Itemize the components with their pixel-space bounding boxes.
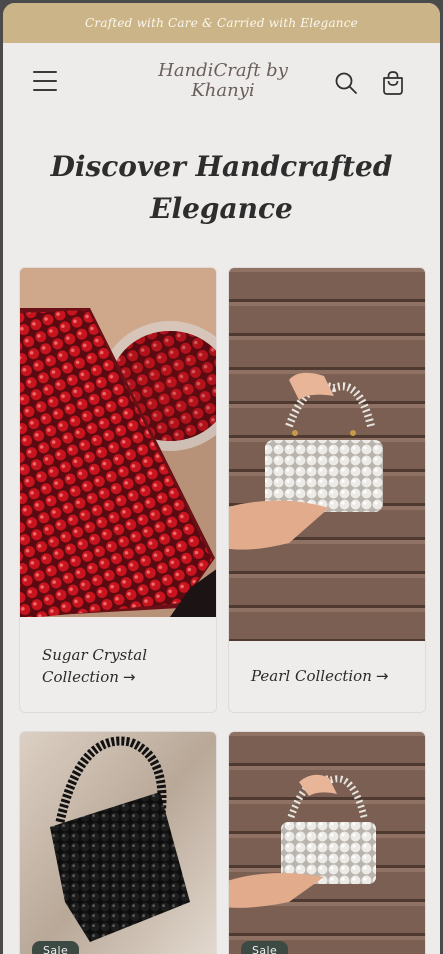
collection-image-sugar-crystal: [20, 268, 216, 617]
cart-icon[interactable]: [379, 69, 407, 97]
product-image-black-beaded-bag: Sale: [20, 732, 216, 954]
logo-line-2: Khanyi: [191, 80, 255, 101]
arrow-right-icon: →: [375, 667, 389, 685]
search-icon[interactable]: [332, 69, 360, 97]
product-card-pearl-bag[interactable]: Sale: [228, 731, 426, 954]
collection-title-line-1: Sugar Crystal: [42, 646, 148, 664]
collection-title-line-2: Collection →: [42, 668, 136, 686]
collection-title-pearl: Pearl Collection →: [251, 667, 389, 685]
page-title-line-2: Elegance: [150, 192, 293, 225]
product-image-pearl-bag: Sale: [229, 732, 425, 954]
sale-badge: Sale: [32, 941, 80, 954]
menu-icon[interactable]: [33, 71, 57, 93]
site-logo[interactable]: HandiCraft by Khanyi: [133, 61, 313, 101]
page-title: Discover Handcrafted Elegance: [3, 146, 440, 230]
collection-grid: Sugar Crystal Collection → Pearl Collect…: [19, 267, 426, 954]
page-title-line-1: Discover Handcrafted: [50, 150, 393, 183]
collection-title-sugar-crystal: Sugar Crystal Collection →: [20, 617, 216, 688]
collection-card-sugar-crystal[interactable]: Sugar Crystal Collection →: [19, 267, 217, 713]
page-frame: Crafted with Care & Carried with Eleganc…: [3, 3, 440, 954]
collection-card-pearl[interactable]: Pearl Collection →: [228, 267, 426, 713]
product-card-black-beaded-bag[interactable]: Sale: [19, 731, 217, 954]
logo-line-1: HandiCraft by: [158, 60, 288, 81]
sale-badge: Sale: [241, 941, 289, 954]
collection-image-pearl: [229, 268, 425, 641]
site-header: HandiCraft by Khanyi: [3, 43, 440, 123]
announcement-text: Crafted with Care & Carried with Eleganc…: [85, 16, 358, 30]
announcement-bar: Crafted with Care & Carried with Eleganc…: [3, 3, 440, 43]
arrow-right-icon: →: [122, 668, 136, 686]
